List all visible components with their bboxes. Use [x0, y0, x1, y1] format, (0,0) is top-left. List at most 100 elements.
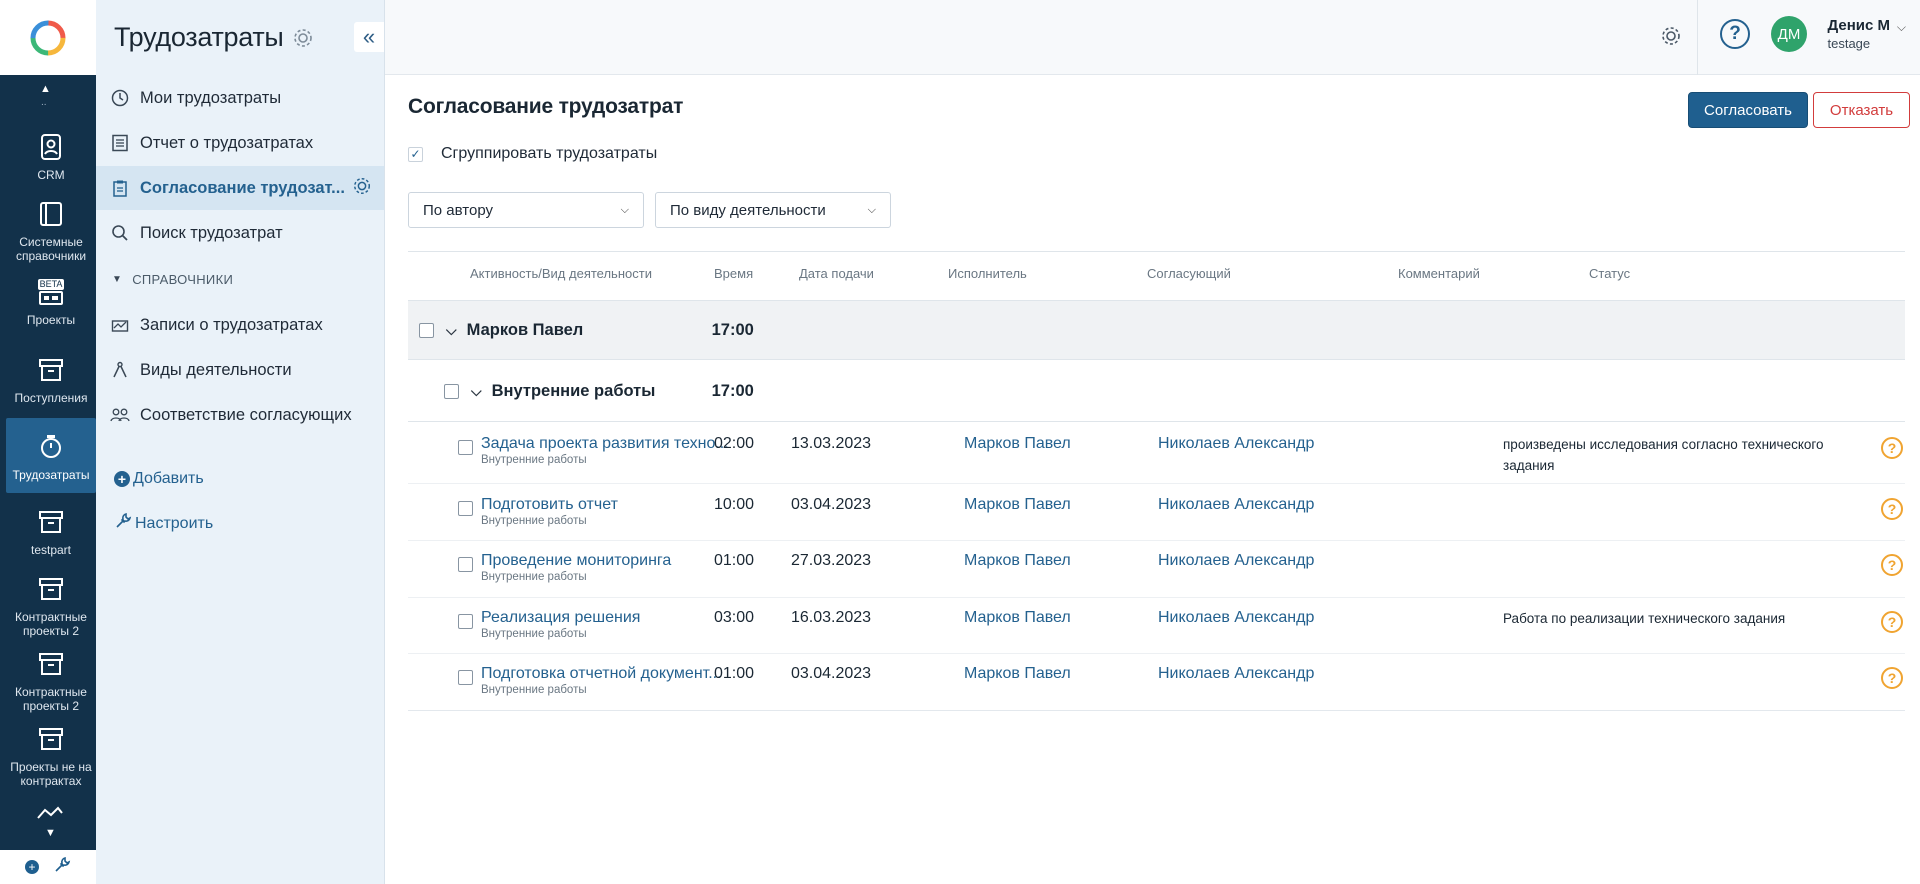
rail-item-labor-costs[interactable]: Трудозатраты	[6, 418, 96, 493]
row-checkbox[interactable]	[458, 557, 473, 572]
table-row[interactable]: Подготовка отчетной документ... Внутренни…	[408, 654, 1905, 711]
sidebar-section-references[interactable]: ▼ СПРАВОЧНИКИ	[112, 272, 233, 287]
approve-button[interactable]: Согласовать	[1688, 92, 1808, 128]
select-value: По автору	[423, 201, 493, 219]
group-toggle[interactable]: ✓ Сгруппировать трудозатраты	[408, 145, 657, 163]
search-icon	[110, 223, 130, 243]
wrench-icon[interactable]	[53, 856, 71, 879]
add-link[interactable]: + Добавить	[114, 470, 204, 488]
task-link[interactable]: Реализация решения	[481, 609, 731, 627]
gear-icon[interactable]	[352, 176, 372, 201]
column-header[interactable]: Дата подачи	[799, 266, 874, 281]
rail-item-income[interactable]: Поступления	[6, 353, 96, 405]
table-row[interactable]: Реализация решения Внутренние работы 03:0…	[408, 598, 1905, 654]
group-checkbox[interactable]: ✓	[408, 146, 423, 162]
sidebar-collapse-button[interactable]: «	[354, 22, 384, 52]
sidebar-item-my-labor-costs[interactable]: Мои трудозатраты	[96, 76, 384, 120]
sidebar-item-activity-types[interactable]: Виды деятельности	[96, 348, 384, 392]
executor-link[interactable]: Марков Павел	[964, 609, 1071, 627]
executor-link[interactable]: Марков Павел	[964, 552, 1071, 570]
chevron-down-icon[interactable]: ⌵	[471, 383, 482, 400]
rail-item-testpart[interactable]: testpart	[6, 505, 96, 557]
rail-item-label: Системные справочники	[15, 235, 87, 263]
chart-line-icon[interactable]	[36, 805, 64, 826]
row-checkbox[interactable]	[458, 501, 473, 516]
report-list-icon	[110, 133, 130, 153]
executor-link[interactable]: Марков Павел	[964, 496, 1071, 514]
rail-scroll-down-icon[interactable]: ▼	[45, 827, 56, 839]
chevron-down-icon[interactable]: ⌵	[1897, 20, 1906, 35]
pending-status-icon[interactable]: ?	[1881, 437, 1903, 459]
avatar[interactable]: ДМ	[1771, 16, 1807, 52]
activity-filter-select[interactable]: По виду деятельности ⌵	[655, 192, 891, 228]
group-row-author[interactable]: ⌵ Марков Павел 17:00	[408, 300, 1905, 360]
task-link[interactable]: Задача проекта развития техно...	[481, 435, 731, 453]
settings-gear-icon[interactable]	[1660, 25, 1682, 52]
configure-link[interactable]: Настроить	[114, 512, 213, 535]
row-checkbox[interactable]	[458, 670, 473, 685]
row-checkbox[interactable]	[419, 322, 434, 338]
gear-icon[interactable]	[292, 27, 314, 49]
rail-scroll-up-icon[interactable]: ▲	[40, 83, 51, 95]
rail-item-reference-books[interactable]: Системные справочники	[6, 197, 96, 263]
approver-link[interactable]: Николаев Александр	[1158, 552, 1314, 570]
author-filter-select[interactable]: По автору ⌵	[408, 192, 644, 228]
book-icon	[34, 197, 68, 231]
approver-link[interactable]: Николаев Александр	[1158, 665, 1314, 683]
row-checkbox[interactable]	[458, 614, 473, 629]
archive-box-icon	[34, 647, 68, 681]
pending-status-icon[interactable]: ?	[1881, 667, 1903, 689]
user-menu[interactable]: Денис М testage	[1828, 17, 1891, 53]
rail-item-non-contract-projects[interactable]: Проекты не на контрактах	[6, 722, 96, 788]
approver-link[interactable]: Николаев Александр	[1158, 609, 1314, 627]
rail-item-projects[interactable]: BETA Проекты	[6, 275, 96, 327]
user-name: Денис М	[1827, 17, 1891, 34]
pending-status-icon[interactable]: ?	[1881, 554, 1903, 576]
executor-link[interactable]: Марков Павел	[964, 665, 1071, 683]
group-row-activity[interactable]: ⌵ Внутренние работы 17:00	[408, 362, 1905, 422]
column-header[interactable]: Комментарий	[1398, 266, 1480, 281]
column-header[interactable]: Согласующий	[1147, 266, 1231, 281]
chevron-down-icon: ⌵	[620, 203, 629, 216]
column-header[interactable]: Время	[714, 266, 753, 281]
sidebar-item-search[interactable]: Поиск трудозатрат	[96, 211, 384, 255]
sidebar-item-approver-mapping[interactable]: Соответствие согласующих	[96, 393, 384, 437]
executor-link[interactable]: Марков Павел	[964, 435, 1071, 453]
app-logo[interactable]	[0, 0, 96, 75]
rail-item-label: Трудозатраты	[12, 468, 90, 482]
help-icon[interactable]: ?	[1720, 19, 1750, 49]
sidebar-header: Трудозатраты	[96, 0, 384, 75]
pending-status-icon[interactable]: ?	[1881, 498, 1903, 520]
rail-item-contract-projects-a[interactable]: Контрактные проекты 2	[6, 572, 96, 638]
table-row[interactable]: Подготовить отчет Внутренние работы 10:00…	[408, 485, 1905, 541]
group-name: Марков Павел	[466, 320, 584, 339]
rail-item-label: Контрактные проекты 2	[15, 685, 87, 713]
task-link[interactable]: Подготовить отчет	[481, 496, 731, 514]
table-row[interactable]: Задача проекта развития техно... Внутренн…	[408, 424, 1905, 484]
reject-button[interactable]: Отказать	[1813, 92, 1910, 128]
group-time: 17:00	[711, 382, 754, 400]
approver-link[interactable]: Николаев Александр	[1158, 496, 1314, 514]
beta-projects-icon: BETA	[34, 275, 68, 309]
rail-dots: ..	[41, 97, 47, 108]
add-circle-icon[interactable]: +	[25, 860, 39, 874]
sidebar-item-approval[interactable]: Согласование трудозат...	[96, 166, 384, 210]
sidebar-item-records[interactable]: Записи о трудозатратах	[96, 303, 384, 347]
rail-item-contract-projects-b[interactable]: Контрактные проекты 2	[6, 647, 96, 713]
user-login: testage	[1827, 36, 1871, 51]
column-header[interactable]: Статус	[1589, 266, 1630, 281]
column-header[interactable]: Исполнитель	[948, 266, 1027, 281]
task-link[interactable]: Подготовка отчетной документ...	[481, 665, 731, 683]
approver-link[interactable]: Николаев Александр	[1158, 435, 1314, 453]
task-link[interactable]: Проведение мониторинга	[481, 552, 731, 570]
rail-item-crm[interactable]: CRM	[6, 130, 96, 182]
row-time: 01:00	[714, 665, 755, 682]
pending-status-icon[interactable]: ?	[1881, 611, 1903, 633]
column-header[interactable]: Активность/Вид деятельности	[470, 266, 652, 281]
row-checkbox[interactable]	[444, 384, 459, 399]
row-checkbox[interactable]	[458, 440, 473, 455]
table-row[interactable]: Проведение мониторинга Внутренние работы …	[408, 541, 1905, 598]
chevron-down-icon[interactable]: ⌵	[446, 322, 457, 339]
sidebar-item-report[interactable]: Отчет о трудозатратах	[96, 121, 384, 165]
wrench-icon	[114, 512, 132, 535]
